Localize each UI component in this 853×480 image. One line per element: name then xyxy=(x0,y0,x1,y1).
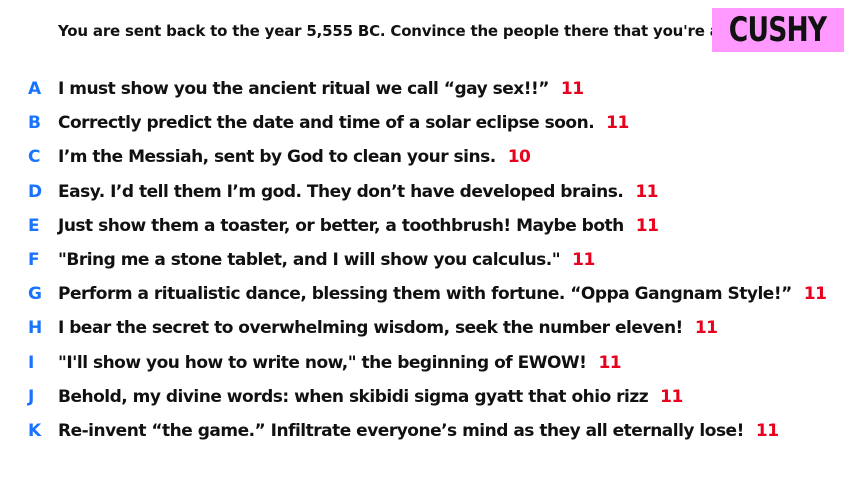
entry-letter: K xyxy=(28,420,41,441)
entry-score: 11 xyxy=(660,386,683,407)
entry-letter: J xyxy=(28,386,34,407)
entry-score: 11 xyxy=(598,352,622,373)
cushy-badge: CUSHY xyxy=(712,8,844,52)
entry-text: Re-invent “the game.” Infiltrate everyon… xyxy=(58,420,744,441)
entry-score: 10 xyxy=(507,147,531,168)
entry-score: 11 xyxy=(694,318,718,339)
entry-letter: F xyxy=(28,250,40,271)
entry-letter: H xyxy=(28,318,42,339)
badge-label: CUSHY xyxy=(729,10,827,50)
entry-row-f: F "Bring me a stone tablet, and I will s… xyxy=(28,243,848,277)
entry-row-i: I "I'll show you how to write now," the … xyxy=(28,346,848,380)
entry-score: 11 xyxy=(755,420,779,441)
entry-letter: D xyxy=(28,181,42,202)
entry-text: Perform a ritualistic dance, blessing th… xyxy=(58,284,792,305)
entry-row-j: J Behold, my divine words: when skibidi … xyxy=(28,380,848,414)
entry-letter: B xyxy=(28,113,41,134)
prompt-text: You are sent back to the year 5,555 BC. … xyxy=(58,22,762,40)
entry-row-b: B Correctly predict the date and time of… xyxy=(28,106,848,140)
entry-letter: C xyxy=(28,147,40,168)
entry-text: Easy. I’d tell them I’m god. They don’t … xyxy=(58,181,624,202)
entry-letter: A xyxy=(28,79,41,100)
entry-text: "Bring me a stone tablet, and I will sho… xyxy=(58,250,561,271)
entry-row-g: G Perform a ritualistic dance, blessing … xyxy=(28,277,848,311)
entry-row-k: K Re-invent “the game.” Infiltrate every… xyxy=(28,414,848,448)
entry-text: I bear the secret to overwhelming wisdom… xyxy=(58,318,683,339)
entry-score: 11 xyxy=(572,250,595,271)
entry-row-h: H I bear the secret to overwhelming wisd… xyxy=(28,311,848,345)
entry-text: I must show you the ancient ritual we ca… xyxy=(58,79,549,100)
entry-text: Correctly predict the date and time of a… xyxy=(58,113,595,134)
entry-letter: I xyxy=(28,352,34,373)
entry-score: 11 xyxy=(560,79,584,100)
entry-text: Behold, my divine words: when skibidi si… xyxy=(58,386,649,407)
entry-letter: G xyxy=(28,284,42,305)
entry-letter: E xyxy=(28,215,40,236)
entry-score: 11 xyxy=(803,284,827,305)
entry-score: 11 xyxy=(606,113,629,134)
entry-score: 11 xyxy=(635,181,658,202)
entry-row-e: E Just show them a toaster, or better, a… xyxy=(28,209,848,243)
entry-text: Just show them a toaster, or better, a t… xyxy=(58,215,624,236)
entry-row-c: C I’m the Messiah, sent by God to clean … xyxy=(28,140,848,174)
entry-row-d: D Easy. I’d tell them I’m god. They don’… xyxy=(28,175,848,209)
entry-list: A I must show you the ancient ritual we … xyxy=(28,72,848,448)
entry-text: I’m the Messiah, sent by God to clean yo… xyxy=(58,147,496,168)
entry-score: 11 xyxy=(635,215,659,236)
entry-text: "I'll show you how to write now," the be… xyxy=(58,352,587,373)
entry-row-a: A I must show you the ancient ritual we … xyxy=(28,72,848,106)
